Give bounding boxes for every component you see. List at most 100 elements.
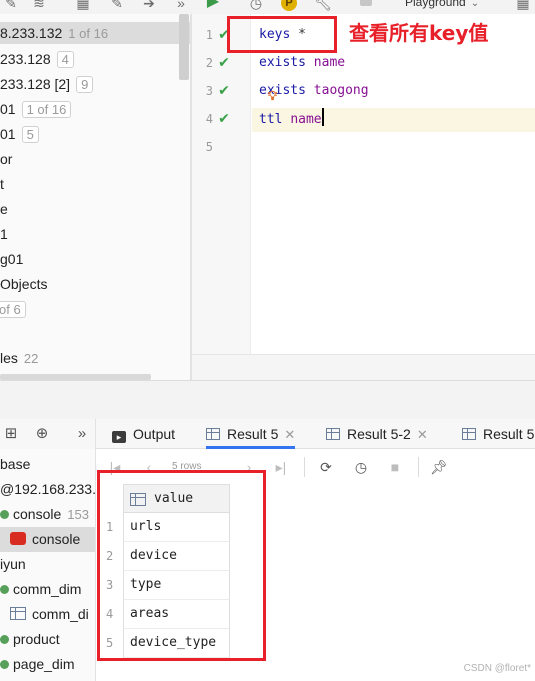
check-icon: ✔ <box>218 110 230 126</box>
tree-item[interactable]: g01 <box>0 248 23 270</box>
database-tree: 8.233.132 1 of 16 233.128 4 233.128 [2] 9 0… <box>0 14 191 380</box>
services-panel-header <box>0 380 535 419</box>
check-icon: ✔ <box>218 82 230 98</box>
table-icon[interactable]: ▦ <box>74 0 92 12</box>
services-item[interactable]: base <box>0 452 30 477</box>
line-number: 1 <box>205 28 213 42</box>
tree-item[interactable]: 8.233.132 1 of 16 <box>0 22 190 44</box>
tree-item[interactable]: 1 <box>0 223 8 245</box>
tree-item-badge: 1 of 16 <box>68 26 109 41</box>
services-item[interactable]: page_dim <box>0 652 75 677</box>
tree-item-label: les <box>0 350 18 366</box>
last-page-icon[interactable]: ▸| <box>272 458 290 476</box>
tree-item[interactable]: e <box>0 198 8 220</box>
tree-item[interactable]: 01 5 <box>0 123 39 145</box>
tree-item[interactable]: t <box>0 173 4 195</box>
playground-select[interactable]: Playground ⌄ <box>405 0 479 9</box>
toolbar-divider <box>304 457 305 477</box>
services-item[interactable]: @192.168.233.1 <box>0 477 95 502</box>
tab-result-5[interactable]: Result 5 ✕ <box>206 419 296 449</box>
chevron-down-icon: ⌄ <box>470 0 480 9</box>
services-tree: base @192.168.233.1 console 153 console i… <box>0 449 96 681</box>
grid-icon <box>206 428 220 440</box>
tree-item-label: 233.128 <box>0 51 51 67</box>
tab-result-5-2[interactable]: Result 5-2 ✕ <box>326 419 428 449</box>
services-item[interactable]: comm_di <box>0 602 89 627</box>
pin-icon[interactable]: 📌︎ <box>430 458 448 476</box>
console-icon <box>0 660 9 669</box>
services-item-label: comm_dim <box>13 581 82 597</box>
annotation-box <box>227 16 337 53</box>
tree-item-badge: 5 <box>21 126 39 143</box>
console-icon <box>0 585 9 594</box>
tree-item-label: 8.233.132 <box>0 25 63 41</box>
line-number: 5 <box>205 140 213 154</box>
services-item[interactable]: comm_dim <box>0 577 81 602</box>
tab-output[interactable]: ▸ Output <box>112 419 175 449</box>
database-icon[interactable]: ≋ <box>30 0 48 12</box>
result-tabs: ▸ Output Result 5 ✕ Result 5-2 ✕ Result 5 <box>96 419 535 449</box>
console-icon <box>0 635 9 644</box>
services-item-label: base <box>0 456 31 472</box>
edit-icon[interactable]: ✎ <box>2 0 20 12</box>
tree-item[interactable]: 01 1 of 16 <box>0 98 72 120</box>
services-item-label: page_dim <box>13 656 75 672</box>
profile-badge[interactable]: P <box>281 0 297 11</box>
code-keyword: exists <box>259 55 306 70</box>
tree-item-label: 01 <box>0 101 16 117</box>
services-item-label: console <box>13 506 62 522</box>
redis-icon <box>10 532 26 545</box>
query-editor[interactable]: 1 ✔ keys * 2 ✔ exists name 3 ✔ exists ta… <box>191 14 535 380</box>
arrow-right-icon[interactable]: ➔ <box>140 0 158 12</box>
console-icon <box>0 510 9 519</box>
tree-item-badge: 4 <box>56 51 74 68</box>
services-item[interactable]: product <box>0 627 60 652</box>
tree-item-label: e <box>0 201 8 217</box>
run-button[interactable]: ▶ <box>204 0 222 11</box>
intention-bulb-icon[interactable]: 💡︎ <box>268 88 277 104</box>
tab-label: Result 5 <box>483 426 535 442</box>
tree-item-label: or <box>0 151 13 167</box>
tree-item[interactable]: of 6 <box>0 298 26 320</box>
tree-item-label: t <box>0 176 4 192</box>
grid-icon[interactable]: ▦ <box>514 0 532 12</box>
playground-label: Playground <box>405 0 466 9</box>
text-caret <box>321 108 324 126</box>
more-icon[interactable]: » <box>72 424 92 444</box>
tab-label: Result 5 <box>227 426 279 442</box>
services-item-count: 153 <box>67 507 89 522</box>
tree-item[interactable]: 233.128 [2] 9 <box>0 73 94 95</box>
tree-item[interactable]: les 22 <box>0 347 38 369</box>
grid-icon <box>326 428 340 440</box>
pencil-icon[interactable]: ✎ <box>108 0 126 12</box>
services-item[interactable]: console <box>0 527 95 552</box>
services-item[interactable]: iyun <box>0 552 26 577</box>
tree-item-badge: 1 of 16 <box>21 101 72 118</box>
tree-item-badge: 9 <box>76 76 94 93</box>
layout-icon[interactable]: ⊞ <box>1 424 21 444</box>
line-number: 2 <box>205 56 213 70</box>
code-line[interactable]: ttl name <box>259 108 324 130</box>
services-item[interactable]: console 153 <box>0 502 89 527</box>
code-line[interactable]: exists name <box>259 52 345 74</box>
history-icon[interactable]: ◷ <box>247 0 265 12</box>
tree-item-label: g01 <box>0 251 24 267</box>
stop-icon[interactable]: ■ <box>386 458 404 476</box>
stop-button[interactable] <box>360 0 372 6</box>
add-tab-icon[interactable]: ⊕ <box>32 424 52 444</box>
table-icon <box>10 607 26 620</box>
tree-item[interactable]: Objects <box>0 273 47 295</box>
refresh-icon[interactable]: ⟳ <box>317 458 335 476</box>
close-icon[interactable]: ✕ <box>284 427 295 442</box>
services-item-label: comm_di <box>32 606 89 622</box>
terminal-icon: ▸ <box>112 431 126 443</box>
tree-item[interactable]: 233.128 4 <box>0 48 74 70</box>
close-icon[interactable]: ✕ <box>417 427 428 442</box>
tree-item[interactable]: or <box>0 148 12 170</box>
more-icon[interactable]: » <box>172 0 190 12</box>
wrench-icon[interactable]: 🔧︎ <box>314 0 332 12</box>
tab-result-5-3[interactable]: Result 5 <box>462 419 534 449</box>
tree-scrollbar[interactable] <box>179 14 189 80</box>
watermark: CSDN @floret* <box>463 663 531 674</box>
history-icon[interactable]: ◷ <box>352 458 370 476</box>
